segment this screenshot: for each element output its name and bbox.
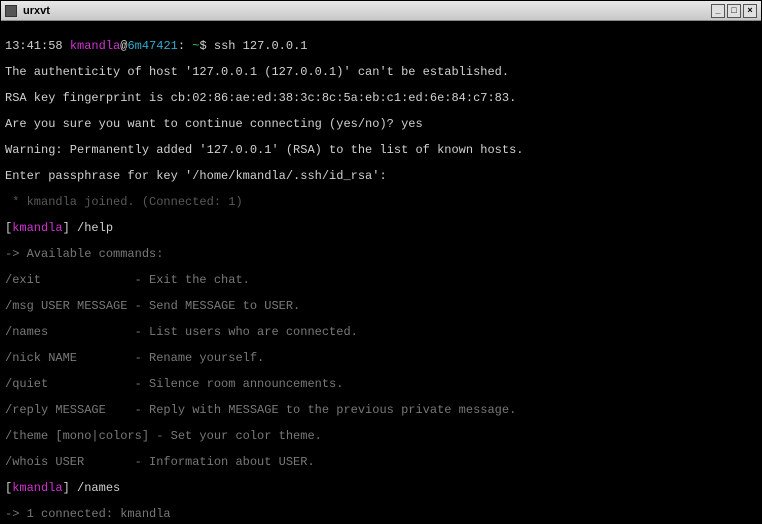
help-line: /exit - Exit the chat.: [5, 274, 757, 287]
window-title: urxvt: [23, 5, 711, 17]
chat-prompt-line: [kmandla] /names: [5, 482, 757, 495]
output-line: Are you sure you want to continue connec…: [5, 118, 757, 131]
window-controls: _ □ ×: [711, 4, 757, 18]
chat-prompt-line: [kmandla] /help: [5, 222, 757, 235]
time-text: 13:41:58: [5, 39, 70, 53]
help-line: /whois USER - Information about USER.: [5, 456, 757, 469]
bracket-close: ]: [63, 481, 77, 495]
help-line: /reply MESSAGE - Reply with MESSAGE to t…: [5, 404, 757, 417]
cmd-help: /help: [77, 221, 113, 235]
user-text: kmandla: [70, 39, 120, 53]
output-line: Warning: Permanently added '127.0.0.1' (…: [5, 144, 757, 157]
chat-user: kmandla: [12, 221, 62, 235]
output-line: RSA key fingerprint is cb:02:86:ae:ed:38…: [5, 92, 757, 105]
cmd-names: /names: [77, 481, 120, 495]
titlebar[interactable]: urxvt _ □ ×: [1, 1, 761, 21]
close-button[interactable]: ×: [743, 4, 757, 18]
terminal-area[interactable]: 13:41:58 kmandla@6m47421: ~$ ssh 127.0.0…: [1, 21, 761, 523]
help-line: /theme [mono|colors] - Set your color th…: [5, 430, 757, 443]
help-line: /msg USER MESSAGE - Send MESSAGE to USER…: [5, 300, 757, 313]
app-icon: [5, 5, 17, 17]
help-line: /names - List users who are connected.: [5, 326, 757, 339]
colon-sep: :: [178, 39, 192, 53]
bracket-close: ]: [63, 221, 77, 235]
help-header: -> Available commands:: [5, 248, 757, 261]
system-msg: * kmandla joined. (Connected: 1): [5, 196, 757, 209]
window-frame: urxvt _ □ × 13:41:58 kmandla@6m47421: ~$…: [0, 0, 762, 524]
minimize-button[interactable]: _: [711, 4, 725, 18]
help-line: /quiet - Silence room announcements.: [5, 378, 757, 391]
help-line: /nick NAME - Rename yourself.: [5, 352, 757, 365]
maximize-button[interactable]: □: [727, 4, 741, 18]
shell-prompt-line: 13:41:58 kmandla@6m47421: ~$ ssh 127.0.0…: [5, 40, 757, 53]
chat-user: kmandla: [12, 481, 62, 495]
output-line: Enter passphrase for key '/home/kmandla/…: [5, 170, 757, 183]
host-text: 6m47421: [127, 39, 177, 53]
names-output: -> 1 connected: kmandla: [5, 508, 757, 521]
cmd-ssh: $ ssh 127.0.0.1: [199, 39, 307, 53]
output-line: The authenticity of host '127.0.0.1 (127…: [5, 66, 757, 79]
